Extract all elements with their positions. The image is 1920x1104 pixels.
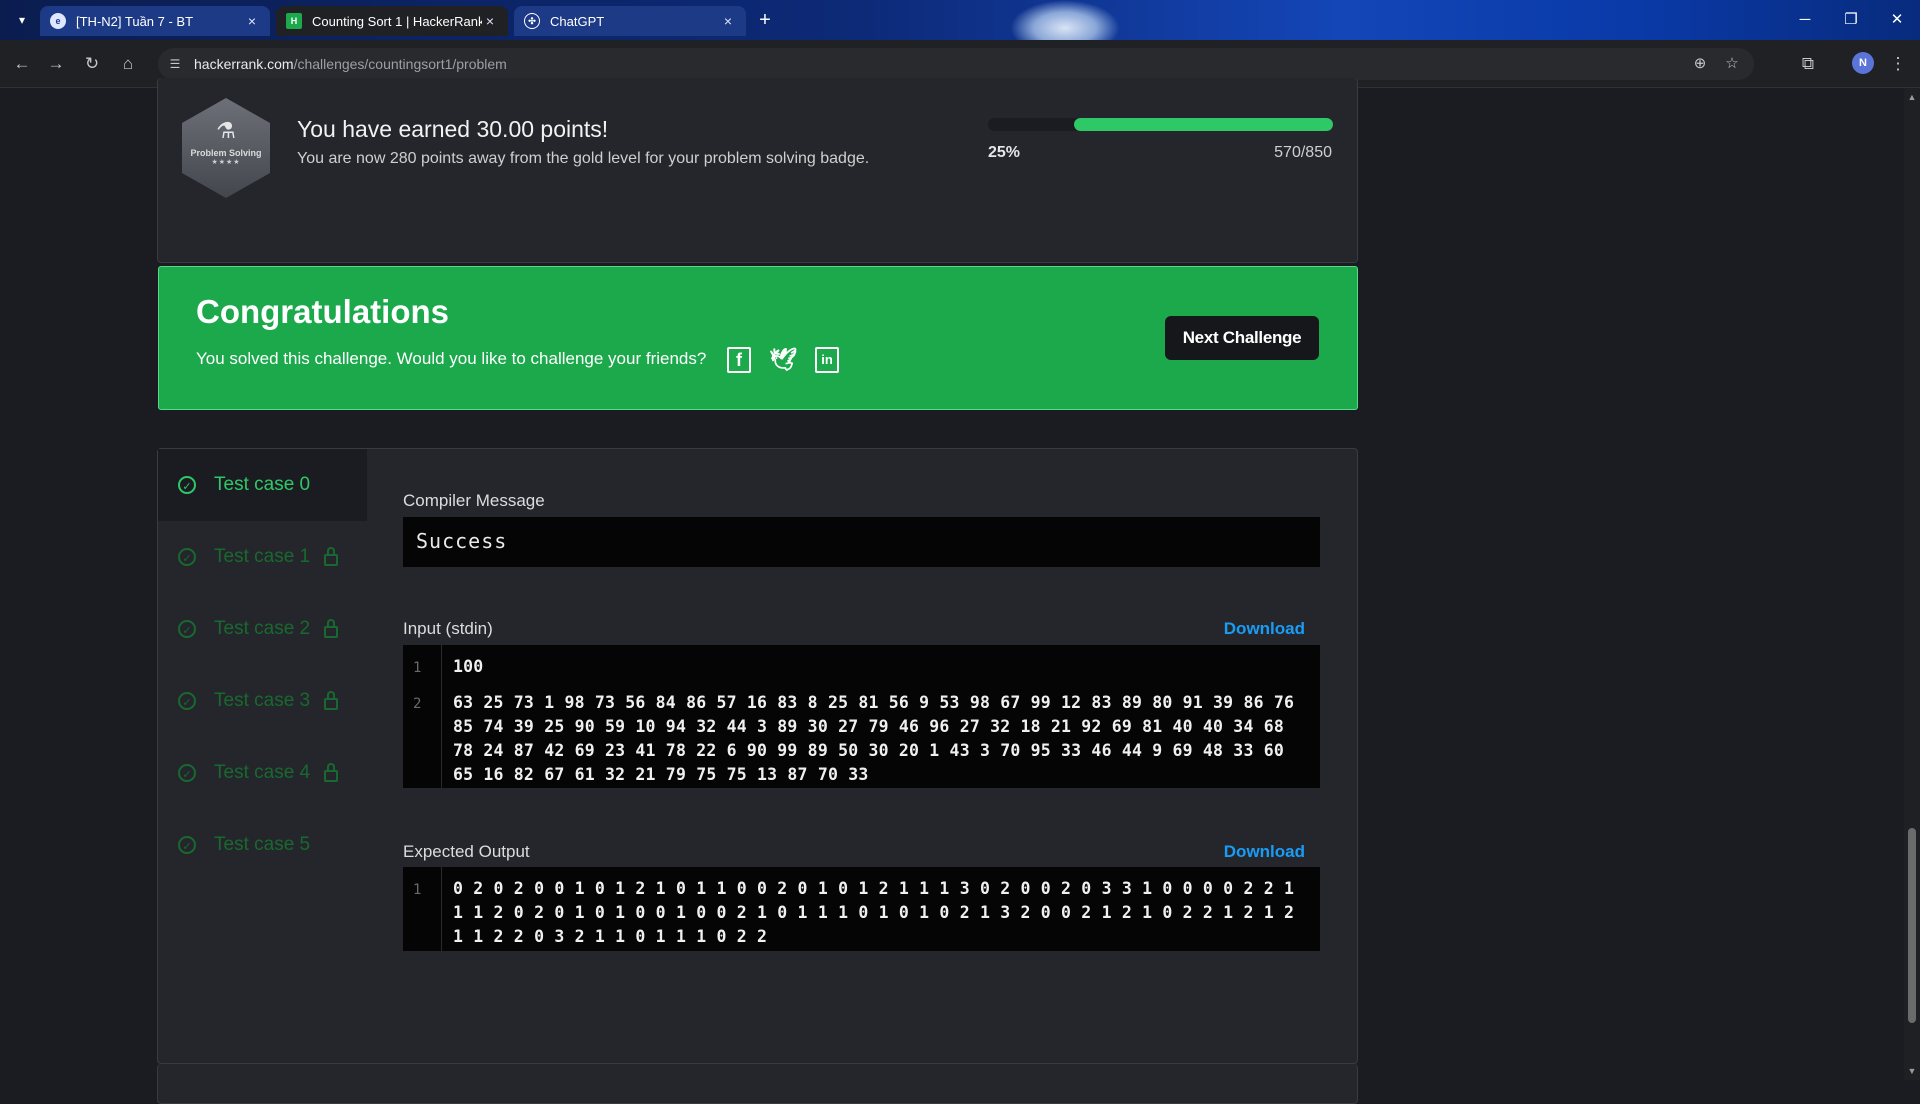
line-number: 1 [413,660,422,676]
expected-line-1: 0 2 0 2 0 0 1 0 1 2 1 0 1 1 0 0 2 0 1 0 … [453,879,1305,946]
check-circle-icon: ✓ [178,692,196,710]
results-footer [157,1064,1358,1104]
points-subtitle: You are now 280 points away from the gol… [297,150,870,167]
restore-icon[interactable]: ❐ [1828,0,1874,40]
points-earned-card: ⚗ Problem Solving ★★★★ You have earned 3… [157,78,1358,263]
back-icon[interactable]: ← [10,52,34,76]
theme-shark-decoration [1010,0,1120,40]
compiler-message-box: Success [403,517,1320,567]
test-case-tab-0[interactable]: ✓ Test case 0 [158,449,367,521]
compiler-message-label: Compiler Message [403,491,545,510]
close-tab-icon[interactable]: × [482,13,498,29]
scroll-up-icon[interactable]: ▲ [1904,92,1920,102]
test-case-label: Test case 4 [214,762,311,783]
scroll-down-icon[interactable]: ▼ [1904,1066,1920,1076]
input-line-1: 100 [453,657,484,676]
congratulations-title: Congratulations [196,293,449,330]
bookmark-star-icon[interactable]: ☆ [1722,54,1742,74]
test-case-label: Test case 1 [214,546,311,567]
forward-icon[interactable]: → [44,52,68,76]
badge-icon: ⚗ [216,118,236,143]
browser-tab-hackerrank[interactable]: H Counting Sort 1 | HackerRank × [276,6,508,36]
badge-progress-fill [1074,118,1333,131]
tab-title: Counting Sort 1 | HackerRank [312,13,482,29]
expected-output-box: 1 0 2 0 2 0 0 1 0 1 2 1 0 1 1 0 0 2 0 1 … [403,867,1320,951]
menu-kebab-icon[interactable]: ⋮ [1886,52,1910,76]
input-stdin-label: Input (stdin) [403,619,493,638]
page-scrollbar[interactable]: ▲ ▼ [1904,88,1920,1080]
check-circle-icon: ✓ [178,476,196,494]
test-case-tab-3[interactable]: ✓ Test case 3 [158,665,367,737]
progress-percent: 25% [988,144,1021,161]
test-case-label: Test case 5 [214,834,311,855]
expected-output-label: Expected Output [403,842,530,861]
close-tab-icon[interactable]: × [244,13,260,29]
input-line-2: 63 25 73 1 98 73 56 84 86 57 16 83 8 25 … [453,693,1305,784]
test-case-tab-2[interactable]: ✓ Test case 2 [158,593,367,665]
line-number-gutter [403,645,442,788]
test-case-list: ✓ Test case 0 ✓ Test case 1 ✓ Test case … [158,449,367,1063]
check-circle-icon: ✓ [178,548,196,566]
close-tab-icon[interactable]: × [720,13,736,29]
line-number: 2 [413,696,422,712]
minimize-icon[interactable]: ─ [1782,0,1828,40]
test-case-label: Test case 3 [214,690,311,711]
problem-solving-badge: ⚗ Problem Solving ★★★★ [182,98,270,198]
progress-fraction: 570/850 [1274,144,1332,161]
reload-icon[interactable]: ↻ [80,52,104,76]
tab-title: [TH-N2] Tuần 7 - BT [76,13,194,29]
scrollbar-thumb[interactable] [1908,828,1916,1023]
congratulations-banner: Congratulations You solved this challeng… [158,266,1358,410]
badge-progress-bar [988,118,1333,131]
badge-label: Problem Solving [190,148,262,158]
page-content: ⚗ Problem Solving ★★★★ You have earned 3… [0,78,1904,1104]
browser-tab-chatgpt[interactable]: ✣ ChatGPT × [514,6,746,36]
check-circle-icon: ✓ [178,620,196,638]
check-circle-icon: ✓ [178,836,196,854]
lock-icon [324,691,339,710]
line-number-gutter [403,867,442,951]
tab-title: ChatGPT [550,13,605,29]
test-results-card: ✓ Test case 0 ✓ Test case 1 ✓ Test case … [157,448,1358,1064]
expected-download-link[interactable]: Download [1224,842,1305,862]
test-case-label: Test case 2 [214,618,311,639]
test-case-label: Test case 0 [214,474,311,495]
url-path: /challenges/countingsort1/problem [293,56,507,72]
profile-avatar[interactable]: N [1852,52,1874,74]
home-icon[interactable]: ⌂ [116,52,140,76]
twitter-share-icon[interactable]: 🕊 [769,347,797,373]
facebook-share-icon[interactable]: f [727,347,751,373]
browser-tab-assignment[interactable]: e [TH-N2] Tuần 7 - BT × [40,6,270,36]
line-number: 1 [413,882,422,898]
url-text[interactable]: hackerrank.com/challenges/countingsort1/… [194,56,507,72]
test-case-tab-4[interactable]: ✓ Test case 4 [158,737,367,809]
moodle-favicon-icon: e [50,13,66,29]
url-host: hackerrank.com [194,56,294,72]
lock-icon [324,547,339,566]
test-case-tab-1[interactable]: ✓ Test case 1 [158,521,367,593]
new-tab-button[interactable]: + [752,8,778,34]
close-window-icon[interactable]: ✕ [1874,0,1920,40]
linkedin-share-icon[interactable]: in [815,347,839,373]
extensions-icon[interactable]: ⧉ [1796,52,1820,76]
site-info-icon[interactable]: ☰ [166,55,184,73]
check-circle-icon: ✓ [178,764,196,782]
input-code-box: 1 2 100 63 25 73 1 98 73 56 84 86 57 16 … [403,645,1320,788]
lock-icon [324,619,339,638]
browser-tab-strip: ▾ e [TH-N2] Tuần 7 - BT × H Counting Sor… [0,0,1920,40]
hackerrank-favicon-icon: H [286,13,302,29]
address-bar[interactable]: ☰ hackerrank.com/challenges/countingsort… [158,48,1754,80]
input-download-link[interactable]: Download [1224,619,1305,639]
chatgpt-favicon-icon: ✣ [524,13,540,29]
points-title: You have earned 30.00 points! [297,116,609,142]
test-case-tab-5[interactable]: ✓ Test case 5 [158,809,367,881]
badge-stars: ★★★★ [211,159,241,166]
next-challenge-button[interactable]: Next Challenge [1165,316,1319,360]
congratulations-message: You solved this challenge. Would you lik… [196,349,707,368]
lock-icon [324,763,339,782]
tab-search-chevron-icon[interactable]: ▾ [10,8,34,32]
zoom-icon[interactable]: ⊕ [1690,54,1710,74]
